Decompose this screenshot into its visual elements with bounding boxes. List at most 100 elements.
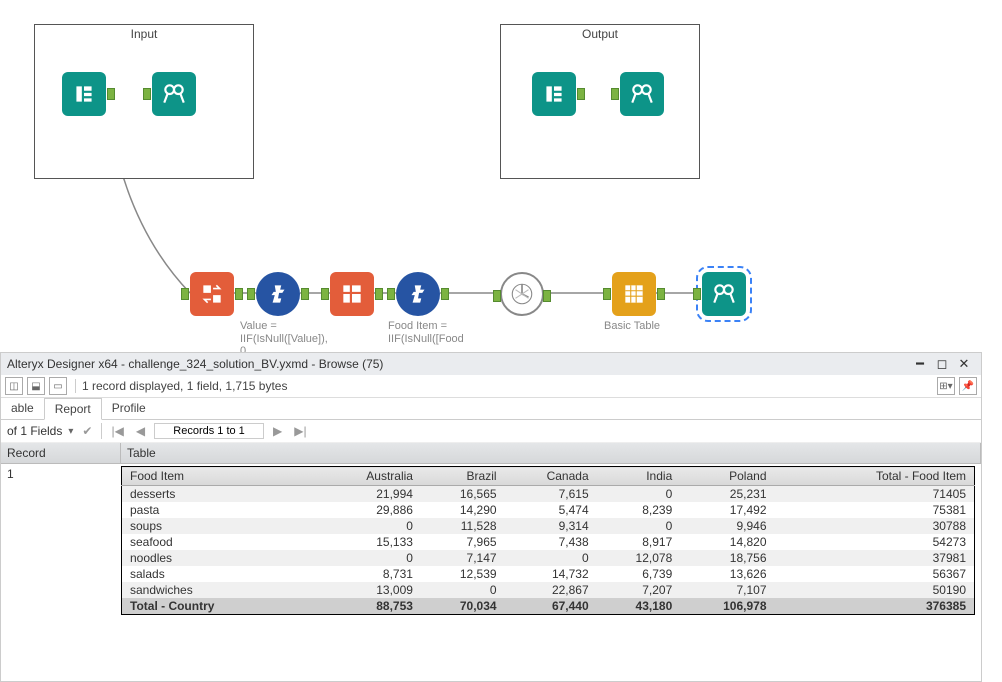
nav-next-button[interactable]: ▶ xyxy=(270,424,285,438)
output-anchor[interactable] xyxy=(543,290,551,302)
formula-tool-2-label: Food Item = IIF(IsNull([Food xyxy=(388,320,468,345)
output-anchor[interactable] xyxy=(375,288,383,300)
cell-value: 13,009 xyxy=(322,582,421,598)
cell-food-item: noodles xyxy=(122,550,322,566)
crosstab-tool[interactable] xyxy=(330,272,374,316)
record-number: 1 xyxy=(1,464,121,484)
cell-value: 7,438 xyxy=(505,534,597,550)
output-anchor[interactable] xyxy=(577,88,585,100)
cell-value: 67,440 xyxy=(505,598,597,615)
input-anchor[interactable] xyxy=(181,288,189,300)
th-canada[interactable]: Canada xyxy=(505,467,597,486)
text-input-tool-output[interactable] xyxy=(532,72,576,116)
th-total[interactable]: Total - Food Item xyxy=(775,467,975,486)
cell-value: 376385 xyxy=(775,598,975,615)
table-row: noodles07,147012,07818,75637981 xyxy=(122,550,975,566)
results-grid-body: 1 Food Item Australia Brazil Canada Indi… xyxy=(1,464,981,621)
cell-food-item: soups xyxy=(122,518,322,534)
text-input-tool[interactable] xyxy=(62,72,106,116)
checkmark-icon[interactable]: ✔ xyxy=(79,424,95,438)
input-anchor[interactable] xyxy=(143,88,151,100)
cell-value: 13,626 xyxy=(680,566,774,582)
table-row: desserts21,99416,5657,615025,23171405 xyxy=(122,486,975,503)
pin-icon[interactable]: 📌 xyxy=(959,377,977,395)
view-split-vertical-icon[interactable]: ◫ xyxy=(5,377,23,395)
cell-value: 25,231 xyxy=(680,486,774,503)
formula-tool-2[interactable] xyxy=(396,272,440,316)
cell-value: 0 xyxy=(322,550,421,566)
cell-food-item: pasta xyxy=(122,502,322,518)
tab-profile[interactable]: Profile xyxy=(102,398,156,419)
cell-value: 6,739 xyxy=(597,566,681,582)
col-table-header[interactable]: Table xyxy=(121,443,981,463)
cell-value: 12,539 xyxy=(421,566,505,582)
th-brazil[interactable]: Brazil xyxy=(421,467,505,486)
output-anchor[interactable] xyxy=(301,288,309,300)
minimize-button[interactable]: ━ xyxy=(909,356,931,372)
container-output[interactable]: Output xyxy=(500,24,700,179)
workflow-canvas[interactable]: Input Output Value = IIF(IsNull([Value])… xyxy=(0,0,1002,350)
tab-table[interactable]: able xyxy=(1,398,44,419)
cell-value: 11,528 xyxy=(421,518,505,534)
th-poland[interactable]: Poland xyxy=(680,467,774,486)
cell-value: 8,917 xyxy=(597,534,681,550)
fields-dropdown[interactable]: ▾ xyxy=(68,426,73,437)
cell-food-item: salads xyxy=(122,566,322,582)
tab-report[interactable]: Report xyxy=(44,398,102,420)
view-split-horizontal-icon[interactable]: ⬓ xyxy=(27,377,45,395)
input-anchor[interactable] xyxy=(693,288,701,300)
container-output-label: Output xyxy=(501,25,699,43)
records-range-input[interactable] xyxy=(154,423,264,439)
input-anchor[interactable] xyxy=(321,288,329,300)
output-anchor[interactable] xyxy=(441,288,449,300)
col-record-header[interactable]: Record xyxy=(1,443,121,463)
cell-value: 8,239 xyxy=(597,502,681,518)
transpose-tool[interactable] xyxy=(190,272,234,316)
output-anchor[interactable] xyxy=(235,288,243,300)
input-anchor[interactable] xyxy=(611,88,619,100)
output-anchor[interactable] xyxy=(657,288,665,300)
maximize-button[interactable]: ◻ xyxy=(931,356,953,372)
cell-value: 9,946 xyxy=(680,518,774,534)
cell-value: 54273 xyxy=(775,534,975,550)
nav-last-button[interactable]: ▶| xyxy=(291,424,309,438)
table-tool[interactable] xyxy=(612,272,656,316)
results-window: Alteryx Designer x64 - challenge_324_sol… xyxy=(0,352,982,682)
nav-prev-button[interactable]: ◀ xyxy=(133,424,148,438)
results-title-bar[interactable]: Alteryx Designer x64 - challenge_324_sol… xyxy=(1,353,981,375)
formula-tool-1[interactable] xyxy=(256,272,300,316)
input-anchor[interactable] xyxy=(387,288,395,300)
add-panel-icon[interactable]: ⊞▾ xyxy=(937,377,955,395)
input-anchor[interactable] xyxy=(603,288,611,300)
cell-value: 16,565 xyxy=(421,486,505,503)
results-toolbar: ◫ ⬓ ▭ 1 record displayed, 1 field, 1,715… xyxy=(1,375,981,398)
view-single-icon[interactable]: ▭ xyxy=(49,377,67,395)
cell-value: 70,034 xyxy=(421,598,505,615)
browse-tool-output[interactable] xyxy=(620,72,664,116)
browse-tool-input[interactable] xyxy=(152,72,196,116)
cell-value: 30788 xyxy=(775,518,975,534)
cell-value: 8,731 xyxy=(322,566,421,582)
th-food-item[interactable]: Food Item xyxy=(122,467,322,486)
close-button[interactable]: ✕ xyxy=(953,356,975,372)
th-australia[interactable]: Australia xyxy=(322,467,421,486)
table-row: seafood15,1337,9657,4388,91714,82054273 xyxy=(122,534,975,550)
output-anchor[interactable] xyxy=(107,88,115,100)
render-tool[interactable] xyxy=(500,272,544,316)
cell-value: 9,314 xyxy=(505,518,597,534)
cell-value: 7,965 xyxy=(421,534,505,550)
browse-tool-final[interactable] xyxy=(702,272,746,316)
table-row-total: Total - Country88,75370,03467,44043,1801… xyxy=(122,598,975,615)
results-nav: of 1 Fields ▾ ✔ |◀ ◀ ▶ ▶| xyxy=(1,420,981,443)
cell-value: 37981 xyxy=(775,550,975,566)
nav-first-button[interactable]: |◀ xyxy=(108,424,126,438)
cell-value: 71405 xyxy=(775,486,975,503)
cell-value: 7,107 xyxy=(680,582,774,598)
input-anchor[interactable] xyxy=(493,290,501,302)
table-row: soups011,5289,31409,94630788 xyxy=(122,518,975,534)
cell-value: 15,133 xyxy=(322,534,421,550)
th-india[interactable]: India xyxy=(597,467,681,486)
cell-value: 22,867 xyxy=(505,582,597,598)
input-anchor[interactable] xyxy=(247,288,255,300)
window-title: Alteryx Designer x64 - challenge_324_sol… xyxy=(7,357,383,371)
